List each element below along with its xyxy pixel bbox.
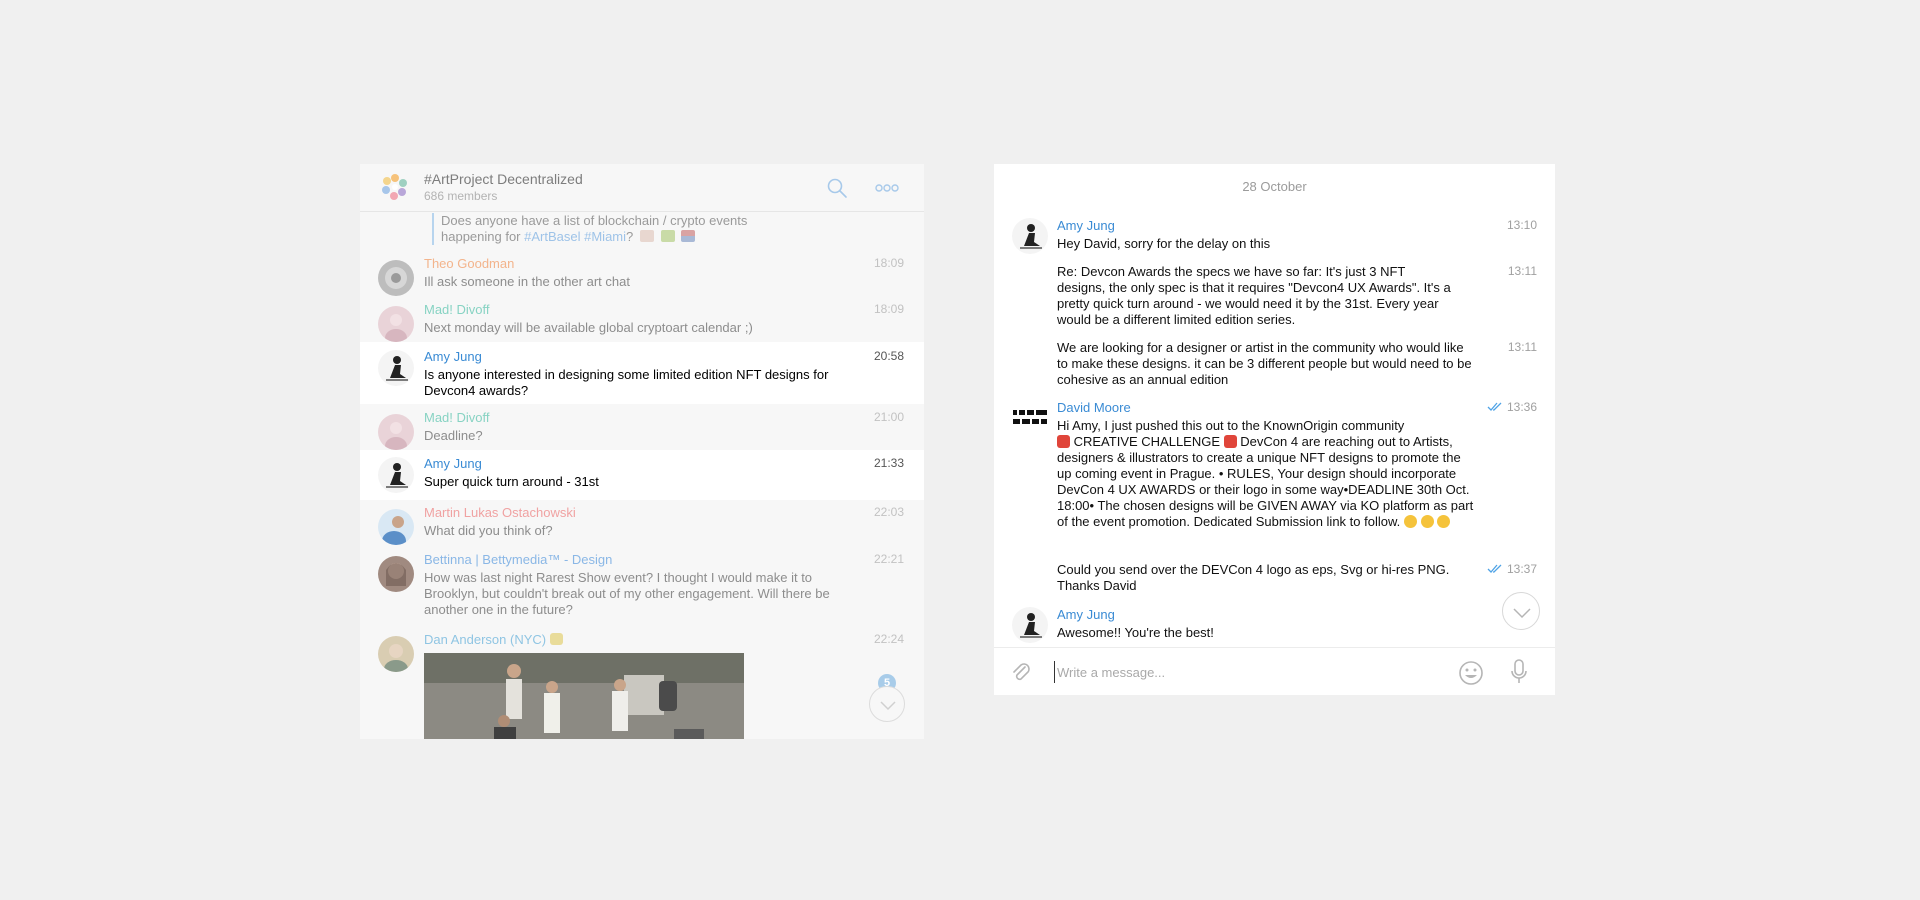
shared-photo[interactable] — [424, 653, 744, 739]
sender-name[interactable]: David Moore — [1057, 400, 1131, 415]
message-text: What did you think of? — [424, 523, 553, 538]
attach-icon[interactable] — [1010, 660, 1032, 684]
message-text: Next monday will be available global cry… — [424, 320, 753, 335]
sender-name[interactable]: Mad! Divoff — [424, 302, 490, 317]
message-text: Could you send over the DEVCon 4 logo as… — [1057, 562, 1450, 593]
message-time: 18:09 — [873, 302, 904, 316]
message-item[interactable]: Re: Devcon Awards the specs we have so f… — [994, 264, 1555, 330]
message-time: 13:37 — [1506, 562, 1537, 576]
group-title[interactable]: #ArtProject Decentralized — [424, 171, 583, 187]
sender-name[interactable]: Amy Jung — [1057, 607, 1115, 622]
list-item[interactable]: Bettinna | Bettymedia™ - Design How was … — [360, 552, 924, 626]
message-text: Deadline? — [424, 428, 483, 443]
sender-name[interactable]: Amy Jung — [424, 456, 482, 471]
avatar — [378, 457, 414, 493]
chevron-down-icon — [880, 701, 896, 711]
avatar — [378, 306, 414, 342]
sunglasses-emoji-icon — [1403, 515, 1417, 528]
message-item[interactable]: David Moore Hi Amy, I just pushed this o… — [994, 400, 1555, 548]
avatar — [1012, 607, 1048, 643]
avatar — [378, 509, 414, 545]
list-item[interactable]: Theo Goodman Ill ask someone in the othe… — [360, 256, 924, 302]
message-text: Re: Devcon Awards the specs we have so f… — [1057, 264, 1451, 327]
sender-name[interactable]: Dan Anderson (NYC) — [424, 632, 563, 647]
message-time: 21:33 — [873, 456, 904, 470]
corn-emoji-icon — [549, 633, 563, 645]
double-check-icon — [1487, 564, 1502, 573]
double-check-icon — [1487, 402, 1502, 411]
sender-name[interactable]: Theo Goodman — [424, 256, 514, 271]
picture-emoji-icon — [660, 230, 675, 242]
avatar — [378, 414, 414, 450]
message-composer — [994, 647, 1555, 695]
group-logo-icon — [382, 174, 407, 200]
chat-thread-panel: 28 October Amy Jung Hey David, sorry for… — [994, 164, 1555, 695]
message-item[interactable]: We are looking for a designer or artist … — [994, 340, 1555, 390]
sender-name[interactable]: Amy Jung — [1057, 218, 1115, 233]
message-time: 13:11 — [1507, 264, 1537, 278]
avatar — [1012, 400, 1048, 436]
message-input[interactable] — [1054, 661, 1434, 683]
siren-emoji-icon — [1223, 435, 1237, 448]
member-count: 686 members — [424, 189, 498, 203]
message-time: 13:10 — [1506, 218, 1537, 232]
date-separator: 28 October — [1242, 179, 1307, 194]
message-time: 22:24 — [873, 632, 904, 646]
message-item[interactable]: Amy Jung Awesome!! You're the best! — [994, 607, 1555, 647]
search-icon[interactable] — [826, 177, 848, 199]
message-text: How was last night Rarest Show event? I … — [424, 570, 830, 617]
sender-name[interactable]: Martin Lukas Ostachowski — [424, 505, 576, 520]
chevron-down-icon — [1513, 608, 1531, 619]
hashtag-miami[interactable]: #Miami — [584, 229, 626, 244]
message-text: Awesome!! You're the best! — [1057, 625, 1214, 640]
avatar — [1012, 218, 1048, 254]
smile-emoji-icon — [1437, 515, 1451, 528]
message-text: Hi Amy, I just pushed this out to the Kn… — [1057, 418, 1474, 529]
message-time: 18:09 — [873, 256, 904, 270]
quote-line-1: Does anyone have a list of blockchain / … — [441, 213, 748, 228]
calendar-emoji-icon — [639, 230, 654, 242]
message-text: Hey David, sorry for the delay on this — [1057, 236, 1271, 251]
message-time: 20:58 — [873, 349, 904, 363]
avatar — [378, 556, 414, 592]
avatar — [378, 260, 414, 296]
scroll-down-button[interactable] — [869, 686, 905, 722]
microphone-icon[interactable] — [1510, 659, 1528, 685]
list-item[interactable]: Amy Jung Super quick turn around - 31st … — [360, 450, 924, 500]
siren-emoji-icon — [1057, 435, 1070, 448]
message-time: 22:03 — [873, 505, 904, 519]
chat-header: #ArtProject Decentralized 686 members — [360, 164, 924, 212]
more-options-icon[interactable] — [874, 178, 900, 198]
message-text: Ill ask someone in the other art chat — [424, 274, 630, 289]
message-text: Is anyone interested in designing some l… — [424, 367, 829, 398]
message-time: 13:36 — [1506, 400, 1537, 414]
emoji-icon[interactable] — [1458, 660, 1484, 686]
message-time: 13:11 — [1507, 340, 1537, 354]
avatar — [378, 636, 414, 672]
group-chat-panel: #ArtProject Decentralized 686 members Do… — [360, 164, 924, 739]
sender-name[interactable]: Bettinna | Bettymedia™ - Design — [424, 552, 612, 567]
sender-name[interactable]: Amy Jung — [424, 349, 482, 364]
quoted-message[interactable]: Does anyone have a list of blockchain / … — [432, 213, 852, 245]
message-item[interactable]: Amy Jung Hey David, sorry for the delay … — [994, 218, 1555, 254]
message-text: Super quick turn around - 31st — [424, 474, 599, 489]
list-item[interactable]: Martin Lukas Ostachowski What did you th… — [360, 505, 924, 551]
sender-name[interactable]: Mad! Divoff — [424, 410, 490, 425]
list-item[interactable]: Amy Jung Is anyone interested in designi… — [360, 342, 924, 404]
message-time: 22:21 — [873, 552, 904, 566]
hashtag-artbasel[interactable]: #ArtBasel — [524, 229, 580, 244]
us-flag-emoji-icon — [681, 230, 696, 242]
message-text: We are looking for a designer or artist … — [1057, 340, 1472, 387]
message-item[interactable]: Could you send over the DEVCon 4 logo as… — [994, 562, 1555, 596]
avatar — [378, 350, 414, 386]
scroll-down-button[interactable] — [1502, 592, 1540, 630]
flushed-emoji-icon — [1420, 515, 1434, 528]
message-time: 21:00 — [873, 410, 904, 424]
